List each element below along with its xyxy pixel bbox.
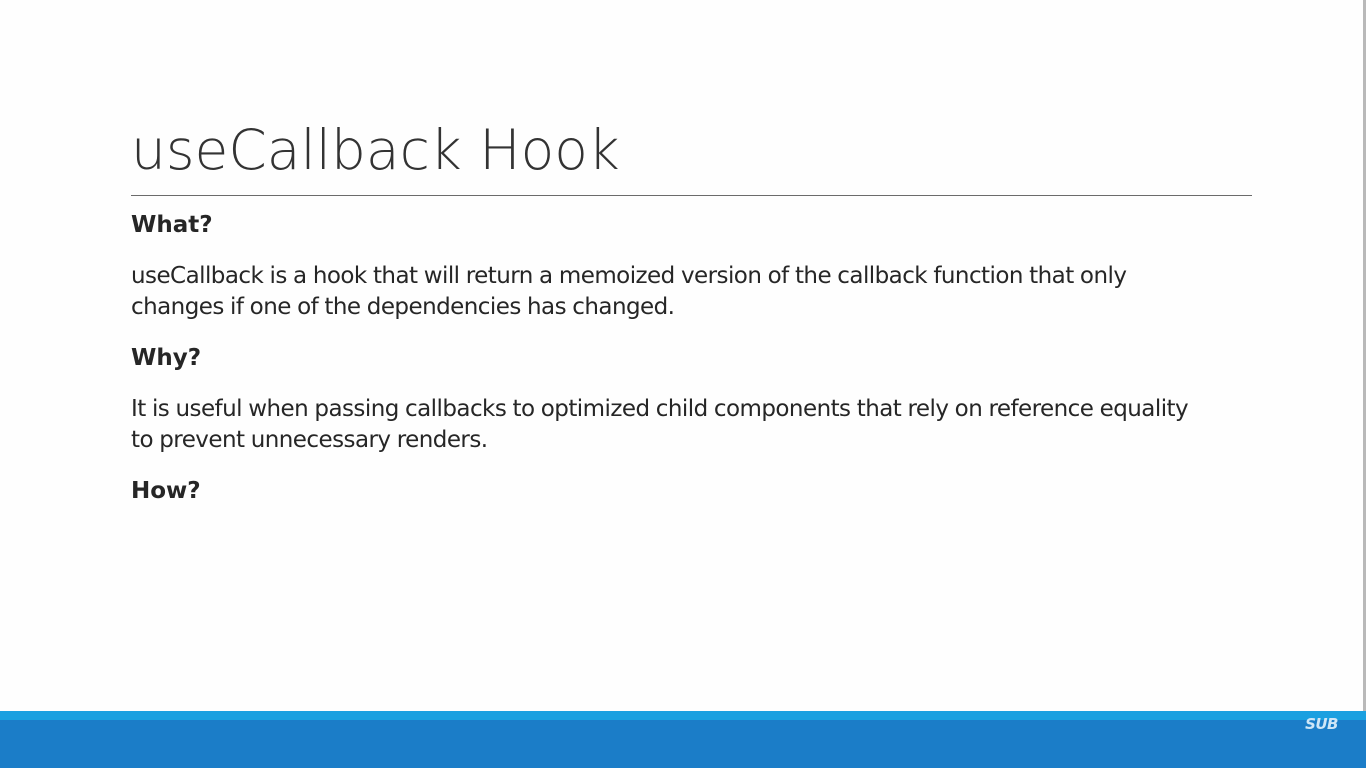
footer-bar xyxy=(0,720,1366,768)
title-divider xyxy=(131,195,1252,196)
section-body-why-line-2: to prevent unnecessary renders. xyxy=(131,427,488,453)
section-body-what-line-2: changes if one of the dependencies has c… xyxy=(131,294,675,320)
section-body-what-line-1: useCallback is a hook that will return a… xyxy=(131,263,1127,289)
slide-content: What? useCallback is a hook that will re… xyxy=(131,210,1256,507)
section-heading-what: What? xyxy=(131,212,213,238)
section-heading-how: How? xyxy=(131,478,201,504)
slide: useCallback Hook What? useCallback is a … xyxy=(0,0,1366,768)
footer-accent-bar xyxy=(0,711,1366,720)
section-heading-why: Why? xyxy=(131,345,202,371)
sub-watermark-logo: SUB xyxy=(1305,715,1338,733)
section-body-why-line-1: It is useful when passing callbacks to o… xyxy=(131,396,1189,422)
slide-title: useCallback Hook xyxy=(131,118,620,182)
